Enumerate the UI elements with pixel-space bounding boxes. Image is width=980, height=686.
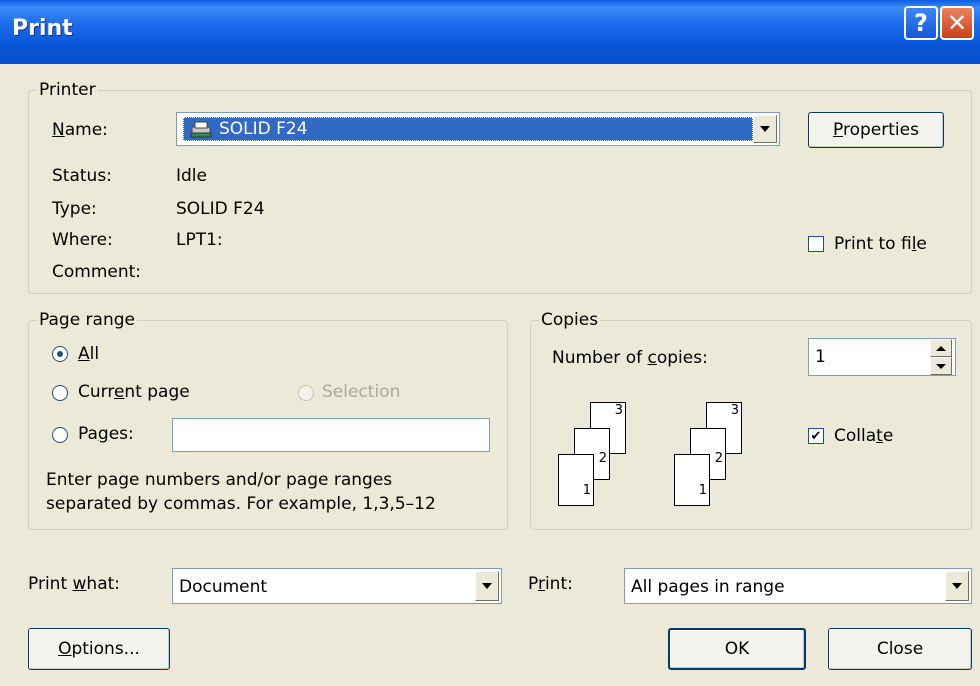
printer-name-select[interactable]: SOLID F24 <box>176 112 780 146</box>
spin-up-button[interactable] <box>930 339 952 357</box>
chevron-down-icon <box>482 583 492 589</box>
comment-label: Comment: <box>52 262 142 282</box>
radio-dot <box>57 351 63 357</box>
collate-label: Collate <box>834 426 894 446</box>
arrow-up-icon <box>936 345 946 351</box>
printer-name-value: SOLID F24 <box>219 119 308 139</box>
all-label: All <box>78 344 100 364</box>
print-dropdown-arrow[interactable] <box>945 571 969 601</box>
arrow-down-icon <box>936 363 946 369</box>
options-button[interactable]: Options... <box>28 628 170 670</box>
print-what-value: Document <box>179 577 268 597</box>
page-range-group-label: Page range <box>37 310 137 330</box>
help-button[interactable]: ? <box>904 6 938 40</box>
checkmark-icon: ✔ <box>810 428 822 444</box>
print-to-file-checkbox[interactable] <box>808 236 824 252</box>
pages-label: Pages: <box>78 424 134 444</box>
close-icon: ✕ <box>946 9 968 37</box>
selection-label: Selection <box>322 382 401 402</box>
current-page-radio[interactable] <box>52 385 68 401</box>
printer-icon <box>189 119 213 139</box>
ok-label: OK <box>724 639 750 659</box>
name-label: Name: <box>52 120 108 140</box>
properties-label: Properties <box>833 120 919 140</box>
print-select[interactable]: All pages in range <box>624 568 972 604</box>
options-label: Options... <box>58 639 140 659</box>
current-page-label: Current page <box>78 382 190 402</box>
pages-radio[interactable] <box>52 427 68 443</box>
print-value: All pages in range <box>631 577 785 597</box>
copies-spinner[interactable] <box>930 339 952 375</box>
spin-down-button[interactable] <box>930 357 952 375</box>
chevron-down-icon <box>952 583 962 589</box>
help-icon: ? <box>914 9 928 37</box>
close-button[interactable]: Close <box>828 628 972 670</box>
status-label: Status: <box>52 166 112 186</box>
type-label: Type: <box>52 199 97 219</box>
collate-page-1: 1 <box>674 454 710 506</box>
collate-checkbox[interactable]: ✔ <box>808 428 824 444</box>
print-what-label: Print what: <box>28 574 121 594</box>
pages-input[interactable] <box>172 418 490 452</box>
page-range-hint-line2: separated by commas. For example, 1,3,5–… <box>46 494 436 514</box>
copies-value: 1 <box>815 347 826 367</box>
print-label: Print: <box>528 574 573 594</box>
chevron-down-icon <box>760 126 770 132</box>
properties-button[interactable]: Properties <box>808 112 944 148</box>
close-label: Close <box>876 639 924 659</box>
title-bar <box>0 0 980 64</box>
window-title: Print <box>12 16 73 41</box>
all-radio[interactable] <box>52 346 68 362</box>
print-what-select[interactable]: Document <box>172 568 502 604</box>
printer-group-label: Printer <box>37 80 98 100</box>
status-value: Idle <box>176 166 207 186</box>
type-value: SOLID F24 <box>176 199 265 219</box>
where-value: LPT1: <box>176 230 223 250</box>
where-label: Where: <box>52 230 113 250</box>
selection-radio[interactable] <box>298 385 314 401</box>
print-to-file-label: Print to file <box>834 234 927 254</box>
ok-button[interactable]: OK <box>668 628 806 670</box>
printer-dropdown-arrow[interactable] <box>753 115 777 143</box>
print-what-dropdown-arrow[interactable] <box>475 571 499 601</box>
page-range-hint-line1: Enter page numbers and/or page ranges <box>46 470 393 490</box>
collate-page-1: 1 <box>558 454 594 506</box>
number-of-copies-label: Number of copies: <box>552 348 708 368</box>
close-window-button[interactable]: ✕ <box>940 6 974 40</box>
copies-group-label: Copies <box>539 310 601 330</box>
